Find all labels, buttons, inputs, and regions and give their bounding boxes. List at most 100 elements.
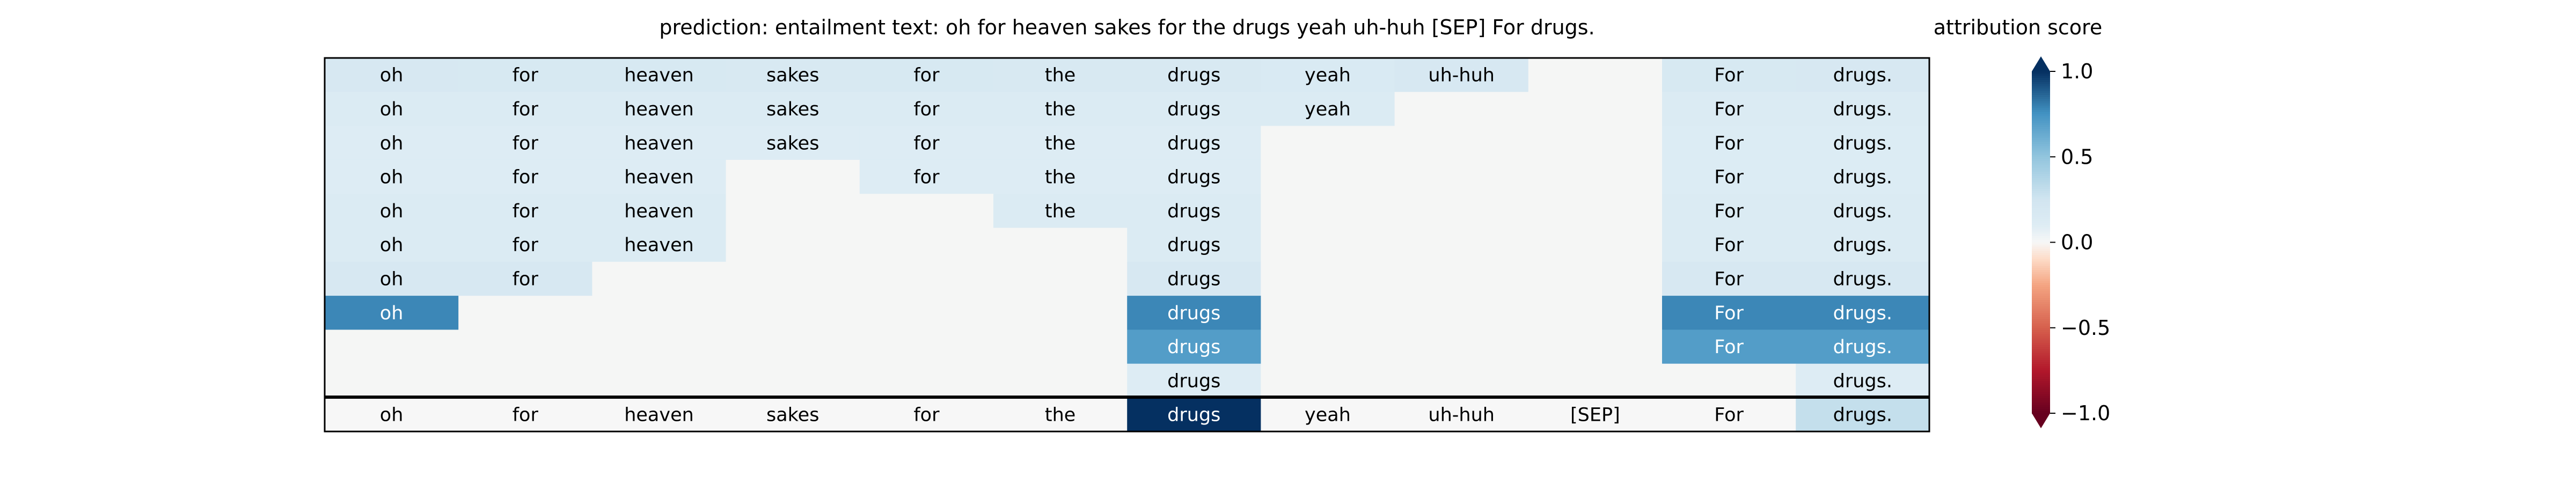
heatmap-cell-label: drugs <box>1167 405 1220 426</box>
heatmap-cell-label: heaven <box>624 167 694 188</box>
heatmap-cell-label: oh <box>380 65 404 86</box>
heatmap-cell <box>325 330 459 364</box>
heatmap-cell <box>1528 363 1663 398</box>
heatmap-cell-label: drugs. <box>1833 336 1892 358</box>
heatmap-cell-label: oh <box>380 303 404 324</box>
heatmap-cell-label: for <box>513 405 539 426</box>
heatmap-cell-label: For <box>1714 268 1744 290</box>
heatmap-cell <box>458 363 592 398</box>
heatmap-cell <box>1394 296 1529 330</box>
heatmap-cell-label: heaven <box>624 65 694 86</box>
heatmap-cell-label: For <box>1714 405 1744 426</box>
heatmap-cell-label: heaven <box>624 405 694 426</box>
colorbar: attribution score 1.0 0.5 0.0 −0.5 −1.0 <box>1934 16 2110 428</box>
heatmap-cell <box>1261 330 1395 364</box>
colorbar-max-extend <box>2032 56 2050 71</box>
heatmap-cell <box>859 194 994 229</box>
heatmap-cell-label: For <box>1714 336 1744 358</box>
heatmap-cells <box>325 58 1930 432</box>
heatmap-cell <box>592 330 727 364</box>
colorbar-min-extend <box>2032 413 2050 428</box>
heatmap-cell <box>592 296 727 330</box>
heatmap-cell-label: the <box>1045 167 1075 188</box>
heatmap-cell <box>1662 363 1796 398</box>
chart-title: prediction: entailment text: oh for heav… <box>659 16 1594 39</box>
colorbar-label: attribution score <box>1934 16 2102 39</box>
heatmap-cell-label: For <box>1714 167 1744 188</box>
heatmap-cell-label: for <box>513 167 539 188</box>
heatmap-cell <box>1528 92 1663 127</box>
heatmap-cell-label: drugs <box>1167 167 1220 188</box>
heatmap-cell <box>726 228 860 262</box>
heatmap-cell <box>993 261 1128 296</box>
heatmap-cell <box>1394 261 1529 296</box>
heatmap-cell <box>1394 330 1529 364</box>
heatmap-cell <box>1528 330 1663 364</box>
heatmap-cell-label: sakes <box>766 99 819 120</box>
heatmap-cell <box>859 330 994 364</box>
heatmap-cell <box>726 296 860 330</box>
heatmap-cell <box>993 363 1128 398</box>
heatmap-cell <box>859 228 994 262</box>
heatmap-cell <box>1528 261 1663 296</box>
heatmap-cell-label: yeah <box>1305 405 1351 426</box>
heatmap-cell-label: drugs <box>1167 303 1220 324</box>
heatmap-cell <box>1394 126 1529 160</box>
heatmap-cell-label: [SEP] <box>1570 405 1620 426</box>
heatmap-cell-label: for <box>913 99 940 120</box>
heatmap-cell <box>1394 228 1529 262</box>
heatmap-cell-label: drugs. <box>1833 133 1892 154</box>
heatmap-cell <box>592 363 727 398</box>
heatmap-cell-label: For <box>1714 201 1744 222</box>
heatmap-cell-label: for <box>513 268 539 290</box>
heatmap-cell <box>1394 194 1529 229</box>
heatmap-cell-label: for <box>513 65 539 86</box>
colorbar-ticks: 1.0 0.5 0.0 −0.5 −1.0 <box>2050 60 2110 425</box>
heatmap-cell-label: for <box>913 133 940 154</box>
heatmap-cell <box>1261 228 1395 262</box>
heatmap-cell-label: drugs. <box>1833 167 1892 188</box>
heatmap-cell-label: drugs. <box>1833 303 1892 324</box>
heatmap-cell-label: sakes <box>766 405 819 426</box>
heatmap-cell <box>1528 126 1663 160</box>
heatmap-cell-label: the <box>1045 405 1075 426</box>
heatmap-cell-label: sakes <box>766 133 819 154</box>
heatmap-cell-label: For <box>1714 303 1744 324</box>
colorbar-tick-label: 0.5 <box>2061 145 2093 169</box>
heatmap-cell-label: the <box>1045 133 1075 154</box>
heatmap-cell <box>726 330 860 364</box>
colorbar-gradient <box>2032 56 2050 428</box>
heatmap-cell-label: yeah <box>1305 99 1351 120</box>
colorbar-tick-label: 1.0 <box>2061 60 2093 83</box>
heatmap-cell-label: heaven <box>624 201 694 222</box>
heatmap-cell-label: drugs <box>1167 370 1220 392</box>
heatmap-cell <box>1261 261 1395 296</box>
heatmap-cell <box>993 330 1128 364</box>
heatmap-cell-label: for <box>513 99 539 120</box>
heatmap-cell <box>993 296 1128 330</box>
heatmap-cell-label: heaven <box>624 133 694 154</box>
heatmap-cell-label: drugs <box>1167 268 1220 290</box>
heatmap-cell <box>1394 92 1529 127</box>
heatmap-cell-label: the <box>1045 201 1075 222</box>
heatmap-cell <box>458 330 592 364</box>
heatmap-cell-label: the <box>1045 65 1075 86</box>
heatmap-cell-label: for <box>913 167 940 188</box>
heatmap-cell-label: for <box>513 201 539 222</box>
heatmap-cell <box>1528 194 1663 229</box>
heatmap-cell-label: For <box>1714 99 1744 120</box>
heatmap-cell <box>1528 228 1663 262</box>
heatmap-cell <box>1528 296 1663 330</box>
heatmap-cell-label: drugs. <box>1833 99 1892 120</box>
colorbar-tick-label: 0.0 <box>2061 231 2093 254</box>
heatmap-cell-label: the <box>1045 99 1075 120</box>
heatmap-cell-label: drugs. <box>1833 268 1892 290</box>
heatmap-cell-label: drugs <box>1167 133 1220 154</box>
heatmap-cell <box>1394 363 1529 398</box>
heatmap-cell-label: yeah <box>1305 65 1351 86</box>
heatmap-cell-label: oh <box>380 405 404 426</box>
heatmap-cell <box>726 159 860 194</box>
heatmap-cell <box>1261 296 1395 330</box>
heatmap-cell <box>726 261 860 296</box>
colorbar-tick-label: −1.0 <box>2061 401 2110 425</box>
